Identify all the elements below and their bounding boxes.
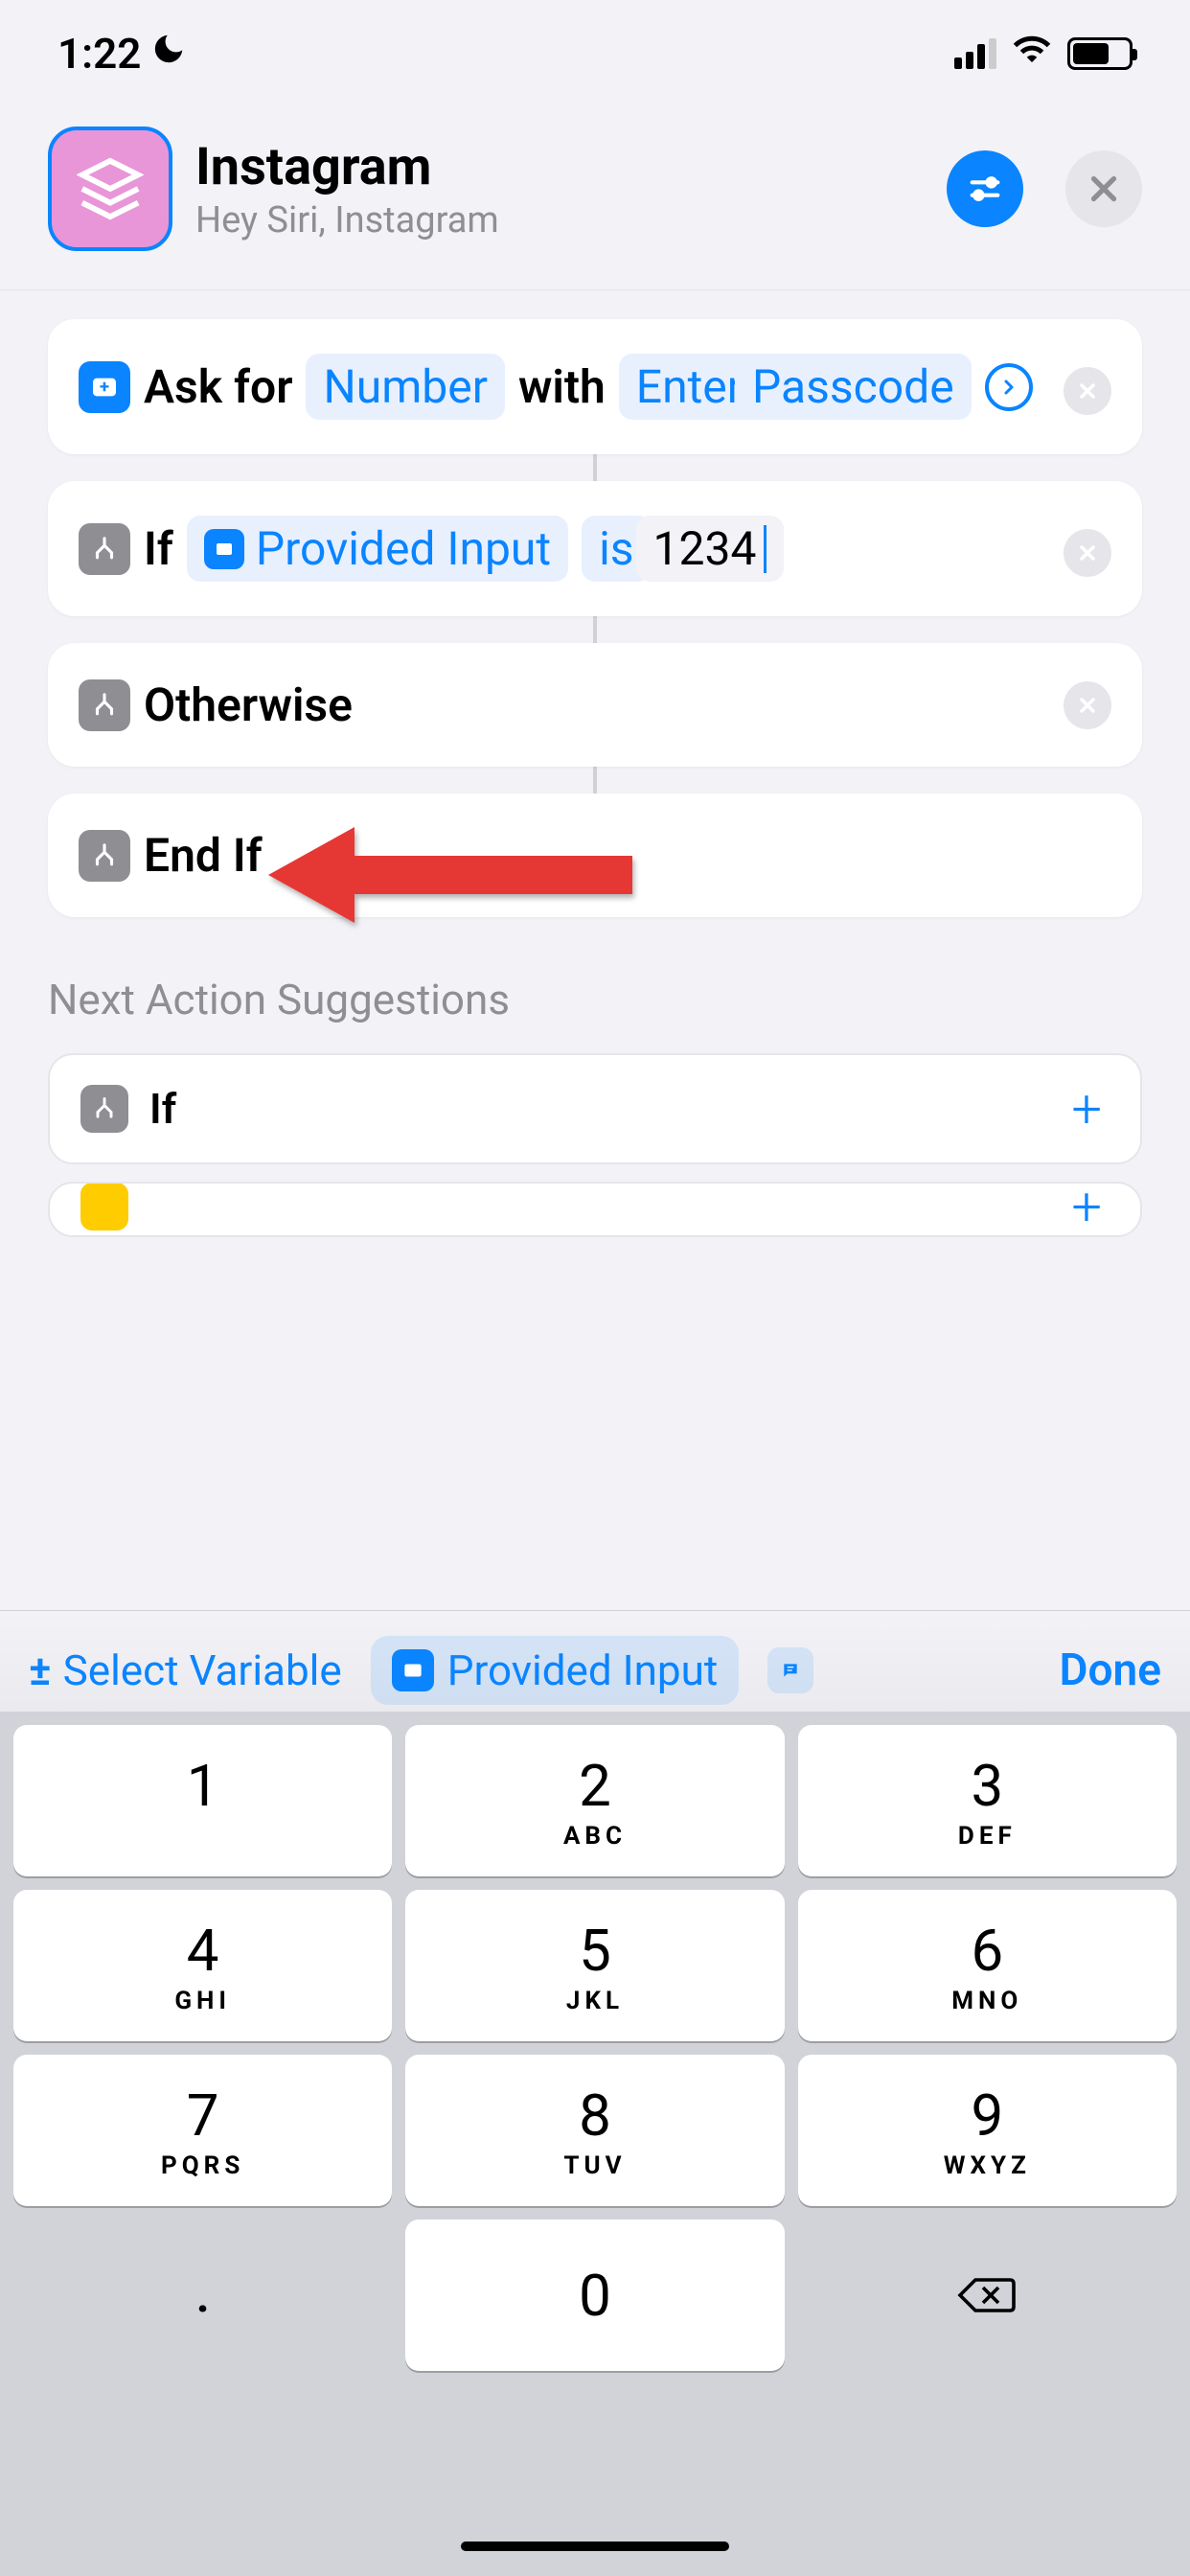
with-label: with xyxy=(518,359,606,414)
add-icon: + xyxy=(1071,1182,1102,1237)
page-title: Instagram xyxy=(195,137,924,197)
numeric-keyboard: 1 2 ABC 3 DEF 4 GHI 5 JKL 6 MNO 7 PQRS xyxy=(0,1712,1190,2576)
suggestion-if[interactable]: If + xyxy=(48,1053,1142,1164)
delete-action-button[interactable] xyxy=(1064,681,1111,729)
svg-text:+: + xyxy=(100,376,109,397)
branch-icon xyxy=(79,830,130,882)
time-text: 1:22 xyxy=(57,29,141,79)
battery-icon xyxy=(1067,37,1133,70)
select-variable-button[interactable]: ± Select Variable xyxy=(29,1645,342,1695)
header-text: Instagram Hey Siri, Instagram xyxy=(195,137,924,242)
key-9[interactable]: 9 WXYZ xyxy=(798,2055,1177,2206)
annotation-arrow xyxy=(268,817,652,932)
home-indicator[interactable] xyxy=(461,2542,729,2551)
otherwise-action[interactable]: Otherwise xyxy=(48,643,1142,767)
value-token[interactable]: 1234 xyxy=(636,516,785,582)
status-icons xyxy=(954,29,1133,79)
value-text: 1234 xyxy=(653,521,757,576)
key-2[interactable]: 2 ABC xyxy=(405,1725,784,1876)
backspace-icon xyxy=(956,2272,1018,2318)
provided-input-label: Provided Input xyxy=(447,1645,719,1695)
wifi-icon xyxy=(1012,29,1052,79)
key-dot[interactable]: . xyxy=(13,2220,392,2371)
text-cursor xyxy=(764,525,767,573)
expand-icon[interactable] xyxy=(985,363,1033,411)
ask-label: Ask for xyxy=(144,359,292,414)
branch-icon xyxy=(79,523,130,575)
prompt-token-2[interactable]: Passcode xyxy=(735,354,972,420)
close-button[interactable] xyxy=(1065,150,1142,227)
dictation-button[interactable] xyxy=(767,1647,813,1693)
header: Instagram Hey Siri, Instagram xyxy=(0,98,1190,290)
key-0[interactable]: 0 xyxy=(405,2220,784,2371)
key-6[interactable]: 6 MNO xyxy=(798,1890,1177,2041)
signal-icon xyxy=(954,38,996,69)
branch-icon xyxy=(79,679,130,731)
delete-action-button[interactable] xyxy=(1064,529,1111,577)
select-variable-label: Select Variable xyxy=(63,1645,342,1695)
app-icon xyxy=(80,1183,128,1230)
provided-input-label: Provided Input xyxy=(256,521,551,576)
key-1[interactable]: 1 xyxy=(13,1725,392,1876)
shortcut-app-icon[interactable] xyxy=(48,126,172,251)
input-mini-icon xyxy=(392,1649,434,1691)
siri-hint: Hey Siri, Instagram xyxy=(195,199,924,242)
otherwise-label: Otherwise xyxy=(144,678,353,732)
key-backspace[interactable] xyxy=(798,2220,1177,2371)
status-bar: 1:22 xyxy=(0,0,1190,98)
status-time: 1:22 xyxy=(57,29,187,79)
key-4[interactable]: 4 GHI xyxy=(13,1890,392,2041)
ask-icon: + xyxy=(79,361,130,413)
provided-input-token[interactable]: Provided Input xyxy=(187,516,568,582)
actions-list: + Ask for Number with Enter Passcode If xyxy=(0,290,1190,1283)
provided-input-variable[interactable]: Provided Input xyxy=(371,1636,740,1705)
moon-icon xyxy=(150,31,187,77)
ask-for-input-action[interactable]: + Ask for Number with Enter Passcode xyxy=(48,319,1142,454)
delete-action-button[interactable] xyxy=(1064,367,1111,415)
input-type-token[interactable]: Number xyxy=(306,354,504,420)
settings-button[interactable] xyxy=(947,150,1023,227)
if-action[interactable]: If Provided Input is 1234 xyxy=(48,481,1142,616)
input-mini-icon xyxy=(204,529,244,569)
if-label: If xyxy=(144,521,173,576)
add-icon: + xyxy=(1071,1077,1102,1140)
suggestion-partial[interactable]: + xyxy=(48,1182,1142,1237)
suggestions-header: Next Action Suggestions xyxy=(48,975,1142,1024)
key-5[interactable]: 5 JKL xyxy=(405,1890,784,2041)
suggestion-label: If xyxy=(149,1084,176,1134)
done-button[interactable]: Done xyxy=(1060,1644,1161,1696)
key-7[interactable]: 7 PQRS xyxy=(13,2055,392,2206)
branch-icon xyxy=(80,1085,128,1133)
key-3[interactable]: 3 DEF xyxy=(798,1725,1177,1876)
endif-label: End If xyxy=(144,828,263,883)
key-8[interactable]: 8 TUV xyxy=(405,2055,784,2206)
